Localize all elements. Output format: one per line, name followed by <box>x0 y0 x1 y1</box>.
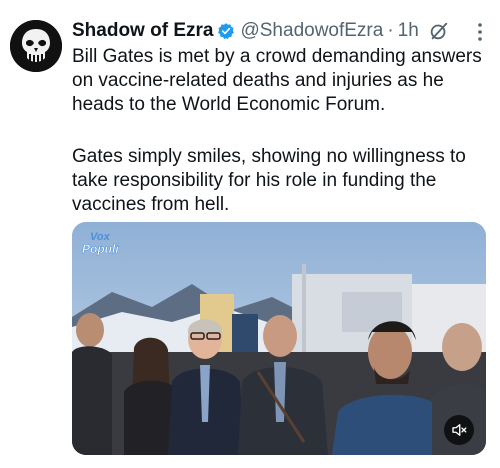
tweet-timestamp[interactable]: 1h <box>398 20 419 42</box>
video-frame <box>72 222 486 455</box>
more-options-icon[interactable] <box>470 20 490 44</box>
tweet-text-paragraph-1: Bill Gates is met by a crowd demanding a… <box>72 45 482 117</box>
svg-text:Populi: Populi <box>82 242 119 256</box>
header-separator: · <box>387 20 394 41</box>
tweet-text-line: Bill Gates is met by a crowd demanding a… <box>72 46 482 67</box>
tweet-text-line: Gates simply smiles, showing no willingn… <box>72 146 466 167</box>
mute-toggle-button[interactable] <box>444 415 474 445</box>
verified-badge-icon <box>217 22 235 40</box>
punisher-skull-icon <box>10 20 62 72</box>
tweet-text-paragraph-2: Gates simply smiles, showing no willingn… <box>72 145 482 217</box>
tweet-video[interactable]: Vox Populi <box>72 222 486 455</box>
author-handle[interactable]: @ShadowofEzra <box>240 20 383 42</box>
tweet-header: Shadow of Ezra @ShadowofEzra · 1h <box>72 18 419 44</box>
grok-icon[interactable] <box>428 20 450 42</box>
tweet-text-line: on vaccine-related deaths and injuries a… <box>72 70 444 91</box>
tweet-text-line: take responsibility for his role in fund… <box>72 170 437 191</box>
tweet-card[interactable]: Shadow of Ezra @ShadowofEzra · 1h Bill G… <box>0 0 500 468</box>
tweet-text-line: heads to the World Economic Forum. <box>72 94 386 115</box>
author-avatar[interactable] <box>10 20 62 72</box>
tweet-text-line: vaccines from hell. <box>72 194 230 215</box>
vox-populi-watermark: Vox Populi <box>80 228 130 258</box>
author-display-name[interactable]: Shadow of Ezra <box>72 20 213 42</box>
speaker-muted-icon <box>452 424 467 436</box>
